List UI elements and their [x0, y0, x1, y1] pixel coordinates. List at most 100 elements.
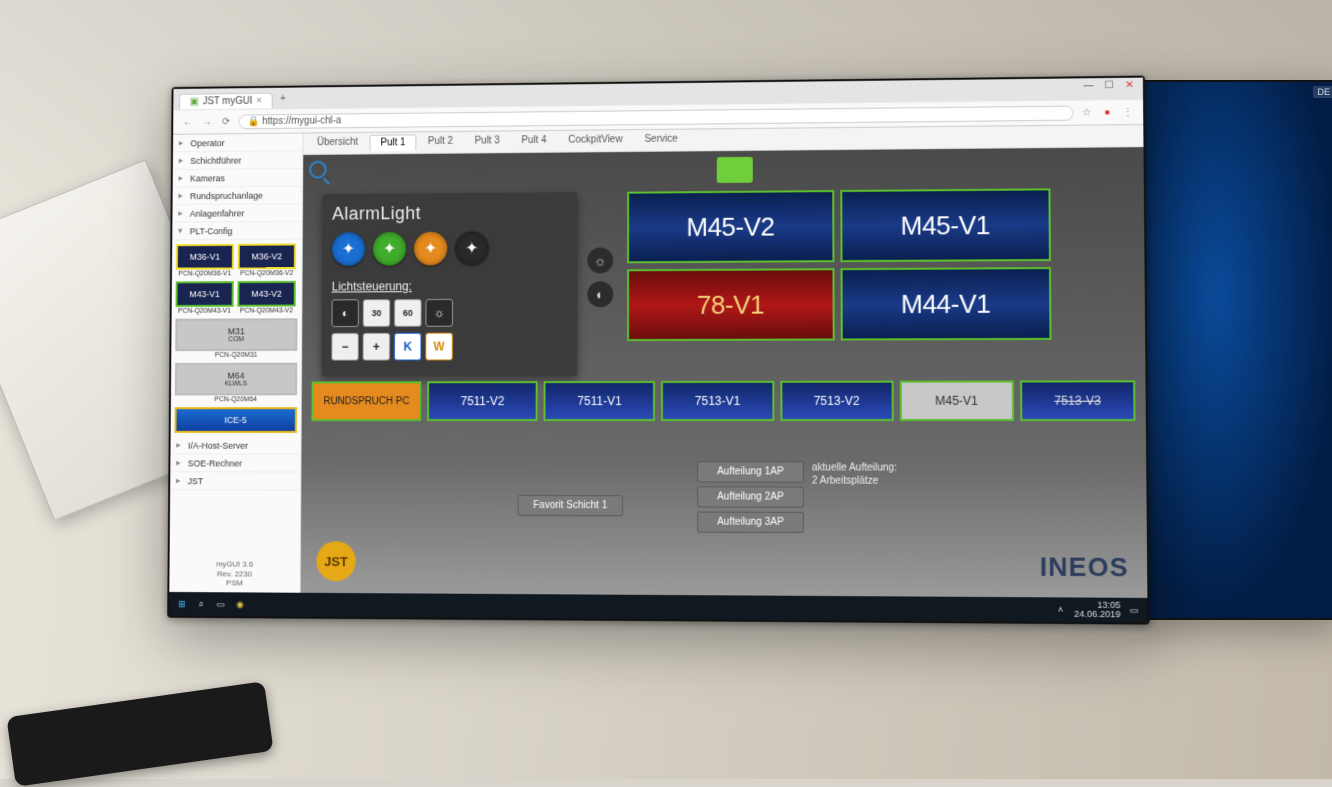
brightness-button[interactable]: ☼	[587, 247, 613, 273]
nav-fwd-button[interactable]: →	[200, 116, 214, 127]
favorit-button[interactable]: Favorit Schicht 1	[518, 495, 623, 516]
sidebar-label: PLT-Config	[190, 226, 233, 236]
sidebar-label: Rundspruchanlage	[190, 190, 263, 200]
sidebar-item-schicht[interactable]: ▸Schichtführer	[173, 151, 303, 170]
alarm-orange-button[interactable]: ✦	[414, 232, 447, 266]
sidebar: ▸Operator ▸Schichtführer ▸Kameras ▸Runds…	[169, 133, 303, 592]
notification-icon[interactable]: ▭	[1127, 603, 1142, 617]
wall-m45v1[interactable]: M45-V1	[840, 188, 1051, 262]
desk-7513v2[interactable]: 7513-V2	[780, 381, 894, 421]
alarm-blue-button[interactable]: ✦	[332, 232, 365, 266]
sidebar-label: I/A-Host-Server	[188, 440, 248, 450]
desk-7513v3[interactable]: 7513-V3	[1020, 380, 1136, 421]
sidebar-item-kameras[interactable]: ▸Kameras	[173, 169, 303, 188]
tab-uebersicht[interactable]: Übersicht	[307, 135, 368, 152]
light-60-button[interactable]: 60	[394, 299, 422, 327]
primary-monitor: — ☐ ✕ ▣ JST myGUI × + ← → ⟳ 🔒 https://my…	[167, 76, 1150, 625]
tab-pult4[interactable]: Pult 4	[511, 133, 556, 150]
tab-cockpit[interactable]: CockpitView	[558, 132, 632, 150]
tab-pult2[interactable]: Pult 2	[418, 134, 463, 151]
dim-button[interactable]: ◐	[587, 281, 613, 307]
menu-icon[interactable]: ⋮	[1121, 106, 1135, 117]
new-tab-button[interactable]: +	[276, 94, 290, 108]
tab-pult1[interactable]: Pult 1	[370, 134, 417, 151]
explorer-icon[interactable]: ▭	[214, 597, 228, 611]
profile-icon[interactable]: ●	[1100, 107, 1114, 118]
wall-78v1[interactable]: 78-V1	[627, 268, 835, 341]
light-30-button[interactable]: 30	[363, 299, 391, 327]
sidebar-item-plt[interactable]: ▾ PLT-Config	[172, 222, 302, 241]
start-icon[interactable]: ⊞	[175, 597, 189, 611]
light-bright-button[interactable]: ☼	[425, 299, 453, 327]
tab-close-icon[interactable]: ×	[256, 96, 262, 107]
nav-back-button[interactable]: ←	[181, 117, 195, 128]
thumb-caption: PCN-Q20M43-V2	[237, 307, 295, 314]
thumb-m64[interactable]: M64KLWLS	[175, 363, 297, 396]
sidebar-item-rundspruch[interactable]: ▸ Rundspruchanlage	[173, 186, 303, 205]
chevron-icon: ▸	[179, 138, 187, 149]
thumb-m36v2[interactable]: M36-V2	[238, 243, 296, 269]
main-panel: Übersicht Pult 1 Pult 2 Pult 3 Pult 4 Co…	[301, 125, 1148, 598]
light-plus-button[interactable]: +	[363, 333, 391, 361]
chevron-icon: ▸	[178, 190, 186, 201]
window-max-button[interactable]: ☐	[1100, 80, 1119, 94]
workspace-canvas: AlarmLight ✦ ✦ ✦ ✦ Lichtsteuerung: ◐ 30 …	[301, 147, 1148, 598]
window-close-button[interactable]: ✕	[1120, 80, 1139, 94]
sidebar-item-operator[interactable]: ▸Operator	[173, 134, 302, 153]
taskbar-time[interactable]: 13:05 24.06.2019	[1074, 601, 1121, 620]
tab-pult3[interactable]: Pult 3	[465, 133, 510, 150]
chevron-icon: ▸	[179, 173, 187, 184]
desk-rundspruch[interactable]: RUNDSPRUCH PC	[311, 381, 421, 421]
wall-m44v1[interactable]: M44-V1	[841, 267, 1052, 340]
thumb-label: M31	[228, 326, 245, 336]
alarm-black-button[interactable]: ✦	[455, 231, 489, 265]
layout-1ap-button[interactable]: Aufteilung 1AP	[697, 461, 804, 482]
window-min-button[interactable]: —	[1079, 80, 1098, 94]
desk-7513v1[interactable]: 7513-V1	[661, 381, 774, 421]
desk-7511v1[interactable]: 7511-V1	[544, 381, 656, 421]
sidebar-item-host[interactable]: ▸I/A-Host-Server	[170, 437, 300, 455]
chevron-icon: ▸	[176, 475, 184, 486]
sidebar-label: Kameras	[190, 173, 225, 183]
address-bar[interactable]: 🔒 https://mygui-chl-a	[239, 105, 1074, 129]
thumb-m43v2[interactable]: M43-V2	[237, 281, 295, 307]
layout-2ap-button[interactable]: Aufteilung 2AP	[697, 486, 804, 507]
thumb-caption: PCN-Q20M31	[175, 352, 297, 359]
search-icon[interactable]: ⌕	[194, 597, 208, 611]
sidebar-label: JST	[188, 476, 204, 486]
tray-up-icon[interactable]: ˄	[1053, 602, 1068, 616]
sidebar-item-anlagen[interactable]: ▸Anlagenfahrer	[172, 204, 302, 223]
sidebar-item-jst[interactable]: ▸ JST	[170, 472, 300, 490]
desk-m45v1[interactable]: M45-V1	[899, 381, 1014, 422]
light-w-button[interactable]: W	[425, 333, 453, 361]
browser-chrome: — ☐ ✕ ▣ JST myGUI × + ← → ⟳ 🔒 https://my…	[173, 78, 1143, 135]
thumb-caption: PCN-Q20M36-V2	[238, 270, 296, 277]
layout-3ap-button[interactable]: Aufteilung 3AP	[697, 512, 804, 534]
thumb-m36v1[interactable]: M36-V1	[176, 244, 234, 270]
chevron-icon: ▸	[179, 155, 187, 166]
light-minus-button[interactable]: −	[331, 333, 358, 361]
zoom-icon[interactable]	[309, 161, 327, 179]
licht-title: Lichtsteuerung:	[332, 279, 568, 294]
alarm-green-button[interactable]: ✦	[373, 232, 406, 266]
chrome-icon[interactable]: ◉	[233, 597, 247, 611]
thumb-ice5[interactable]: ICE-5	[175, 407, 297, 433]
sidebar-item-soe[interactable]: ▸SOE-Rechner	[170, 455, 300, 473]
control-panel: AlarmLight ✦ ✦ ✦ ✦ Lichtsteuerung: ◐ 30 …	[321, 192, 577, 376]
wall-m45v2[interactable]: M45-V2	[627, 190, 834, 263]
lang-badge: DE	[1313, 86, 1332, 98]
star-icon[interactable]: ☆	[1080, 107, 1094, 118]
alarm-buttons: ✦ ✦ ✦ ✦	[332, 231, 568, 266]
indicator-tab	[717, 157, 753, 183]
thumb-caption: PCN-Q20M36-V1	[176, 270, 234, 277]
tab-service[interactable]: Service	[635, 132, 688, 149]
nav-reload-button[interactable]: ⟳	[219, 116, 233, 127]
browser-tab[interactable]: ▣ JST myGUI ×	[179, 93, 272, 110]
chevron-down-icon: ▾	[178, 226, 186, 237]
light-k-button[interactable]: K	[394, 333, 422, 361]
desk-monitors: RUNDSPRUCH PC 7511-V2 7511-V1 7513-V1 75…	[311, 380, 1135, 421]
thumb-m43v1[interactable]: M43-V1	[176, 281, 234, 307]
thumb-m31[interactable]: M31COM	[175, 318, 297, 351]
light-night-button[interactable]: ◐	[332, 299, 359, 327]
desk-7511v2[interactable]: 7511-V2	[427, 381, 538, 421]
